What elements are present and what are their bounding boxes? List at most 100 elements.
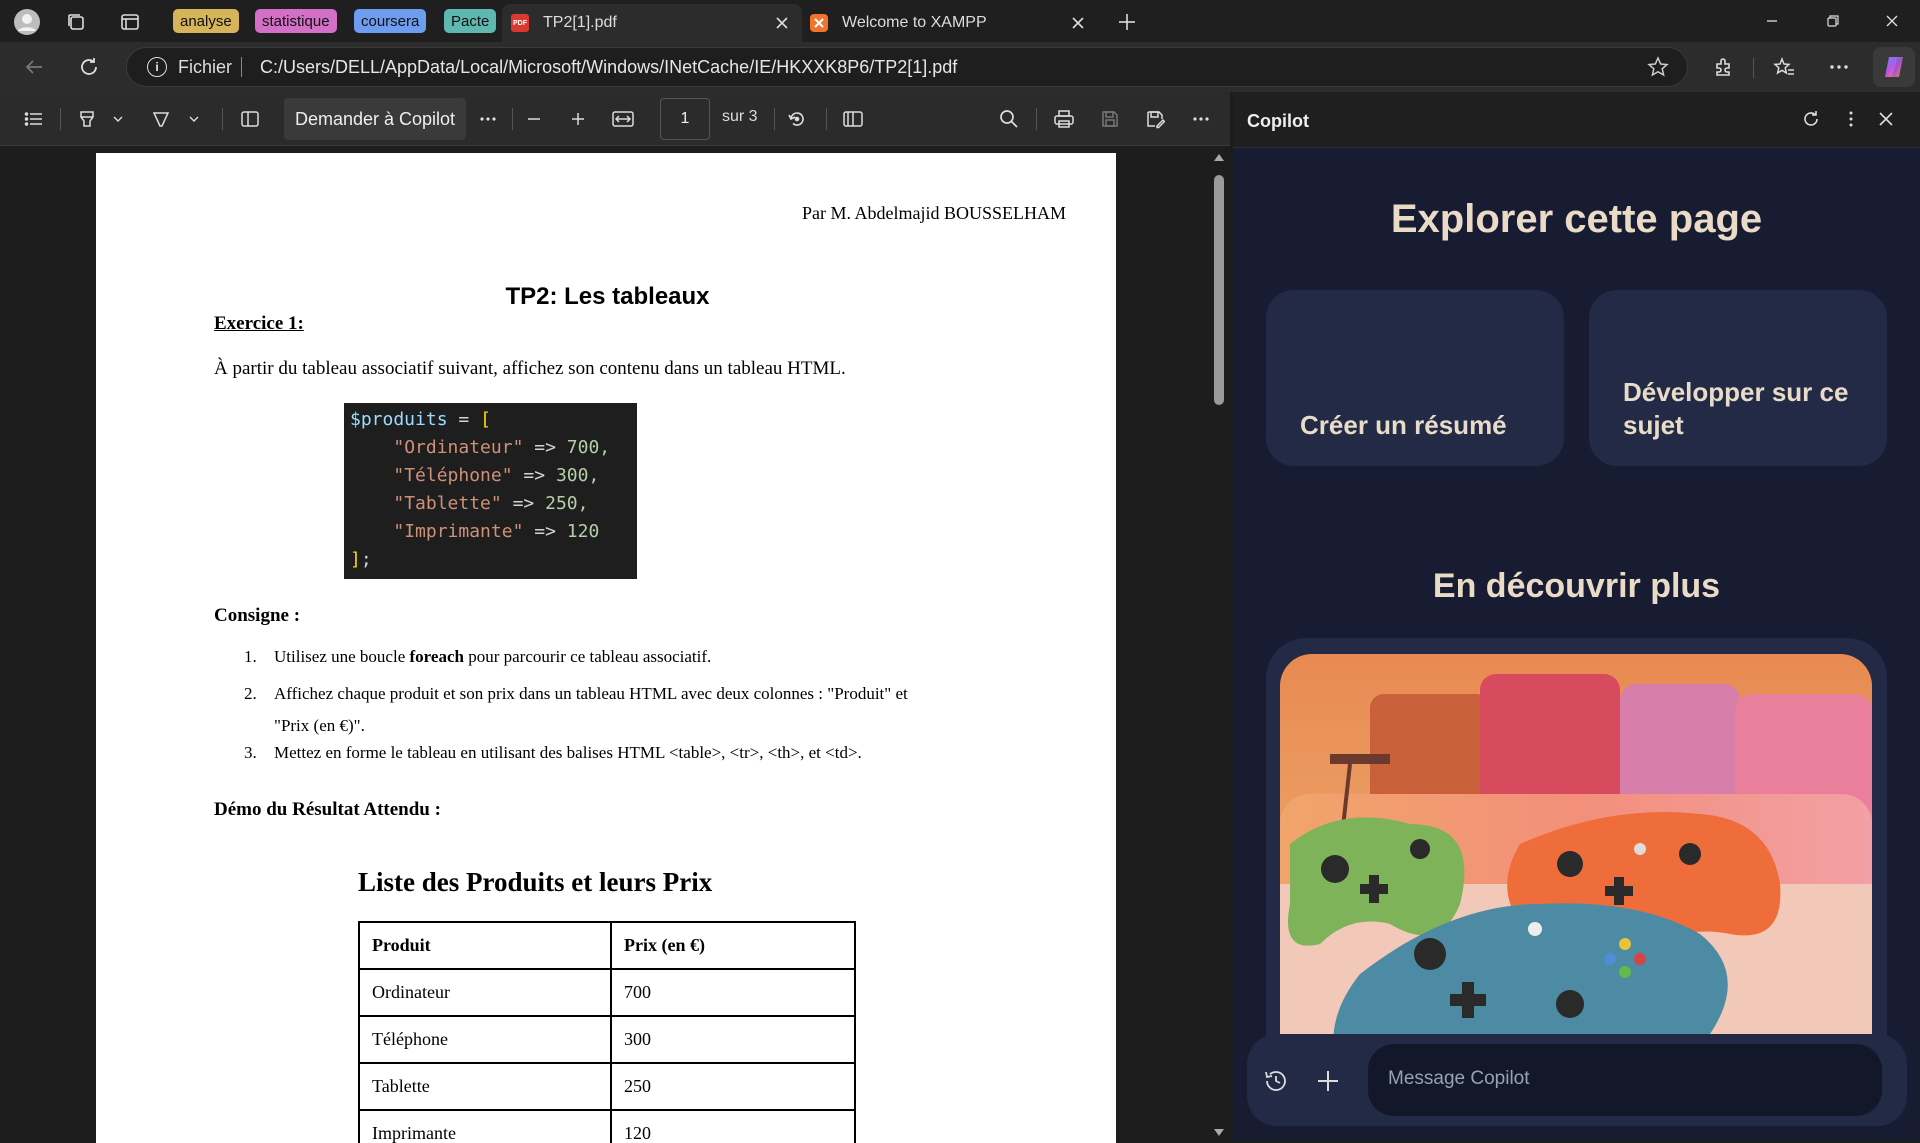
immersive-reader-icon[interactable] (236, 105, 264, 133)
code-key: "Imprimante" (393, 521, 524, 542)
scrollbar-thumb[interactable] (1214, 175, 1224, 405)
code-value: 300, (555, 465, 600, 486)
pdf-scrollbar[interactable] (1208, 147, 1230, 1140)
consigne-item: 1. Utilisez une boucle foreach pour parco… (244, 647, 711, 667)
page-number-value: 1 (680, 110, 690, 127)
print-icon[interactable] (1050, 105, 1078, 133)
code-value: 120 (566, 521, 600, 542)
table-cell: 250 (610, 1062, 856, 1111)
table-row: Téléphone 300 (358, 1015, 856, 1064)
close-tab-icon[interactable] (772, 13, 792, 33)
ask-copilot-button[interactable]: Demander à Copilot (284, 98, 466, 140)
xampp-icon (810, 14, 828, 32)
message-placeholder: Message Copilot (1388, 1068, 1530, 1089)
tab-label: TP2[1].pdf (543, 14, 617, 31)
toolbar-separator (1036, 108, 1037, 130)
table-header: Prix (en €) (610, 921, 856, 970)
table-cell: Ordinateur (358, 968, 612, 1017)
more-options-icon[interactable] (1841, 109, 1861, 129)
document-title: TP2: Les tableaux (505, 283, 710, 310)
fit-width-icon[interactable] (610, 105, 636, 133)
code-variable: $produits (350, 409, 448, 430)
close-panel-icon[interactable] (1876, 109, 1896, 129)
tab-actions-icon[interactable] (116, 8, 144, 36)
card-label: Développer sur ce sujet (1623, 377, 1849, 440)
pdf-page: Par M. Abdelmajid BOUSSELHAM TP2: Les ta… (96, 153, 1116, 1143)
table-cell: 300 (610, 1015, 856, 1064)
tab-tp2-pdf[interactable]: PDF TP2[1].pdf (502, 4, 802, 42)
list-number: 2. (244, 684, 257, 703)
settings-more-icon[interactable] (1188, 105, 1214, 133)
copilot-button[interactable] (1873, 47, 1915, 87)
page-number-input[interactable]: 1 (660, 98, 710, 140)
minimize-icon[interactable] (1750, 6, 1794, 36)
back-icon[interactable] (20, 53, 48, 81)
search-icon[interactable] (996, 105, 1022, 133)
discover-heading: En découvrir plus (1432, 567, 1721, 605)
workspaces-icon[interactable] (62, 8, 90, 36)
tab-group-statistique[interactable]: statistique (255, 9, 337, 33)
demo-heading: Démo du Résultat Attendu : (214, 799, 441, 820)
summary-card[interactable]: Créer un résumé (1266, 290, 1564, 466)
highlight-dropdown-icon[interactable] (110, 105, 126, 133)
new-chat-icon[interactable] (1315, 1068, 1341, 1094)
author-line: Par M. Abdelmajid BOUSSELHAM (801, 203, 1066, 223)
contents-icon[interactable] (20, 105, 48, 133)
consigne-heading: Consigne : (214, 605, 301, 626)
table-cell: Tablette (358, 1062, 612, 1111)
copilot-header: Copilot (1233, 92, 1920, 148)
history-icon[interactable] (1263, 1068, 1289, 1094)
code-value: 250, (545, 493, 589, 514)
table-row: Imprimante 120 (358, 1109, 856, 1143)
restore-icon[interactable] (1811, 6, 1855, 36)
list-number: 3. (244, 743, 257, 762)
scroll-up-icon[interactable] (1208, 151, 1230, 165)
consigne-bold: foreach (409, 647, 464, 666)
toolbar-separator (774, 108, 775, 130)
extensions-icon[interactable] (1710, 53, 1738, 81)
ask-copilot-label: Demander à Copilot (294, 108, 456, 129)
consigne-item: 3. Mettez en forme le tableau en utilisan… (244, 743, 862, 763)
zoom-out-icon[interactable] (522, 105, 546, 133)
tab-group-coursera[interactable]: coursera (354, 9, 427, 33)
draw-dropdown-icon[interactable] (186, 105, 202, 133)
save-as-icon[interactable] (1142, 105, 1168, 133)
favorites-icon[interactable] (1770, 53, 1798, 81)
profile-avatar[interactable] (13, 8, 41, 36)
close-window-icon[interactable] (1870, 6, 1914, 36)
toolbar-separator (512, 108, 513, 130)
code-key: "Tablette" (393, 493, 502, 514)
more-tools-icon[interactable] (476, 105, 500, 133)
favorite-star-icon[interactable] (1647, 56, 1669, 78)
consigne-text: Mettez en forme le tableau en utilisant … (274, 743, 862, 762)
more-menu-icon[interactable] (1825, 53, 1853, 81)
discover-card[interactable] (1266, 638, 1887, 1078)
scroll-down-icon[interactable] (1208, 1125, 1230, 1139)
toolbar-divider (1753, 58, 1754, 78)
table-header-row: Produit Prix (en €) (358, 921, 856, 970)
zoom-in-icon[interactable] (566, 105, 590, 133)
url-divider (241, 57, 242, 77)
expand-topic-card[interactable]: Développer sur ce sujet (1589, 290, 1887, 466)
rotate-icon[interactable] (784, 105, 810, 133)
scheme-label: Fichier (178, 57, 233, 77)
save-icon[interactable] (1097, 105, 1123, 133)
tab-xampp[interactable]: Welcome to XAMPP (802, 4, 1098, 42)
table-cell: Imprimante (358, 1109, 612, 1143)
new-tab-icon[interactable] (1113, 8, 1141, 36)
refresh-icon[interactable] (1801, 109, 1821, 129)
refresh-icon[interactable] (75, 53, 103, 81)
pdf-viewer: Par M. Abdelmajid BOUSSELHAM TP2: Les ta… (0, 147, 1230, 1143)
message-input[interactable]: Message Copilot (1368, 1044, 1882, 1116)
draw-icon[interactable] (148, 105, 174, 133)
url-text: C:/Users/DELL/AppData/Local/Microsoft/Wi… (260, 57, 958, 77)
close-tab-icon[interactable] (1068, 13, 1088, 33)
tab-group-pacte[interactable]: Pacte (444, 9, 497, 33)
code-key: "Téléphone" (393, 465, 513, 486)
page-view-icon[interactable] (840, 105, 866, 133)
url-field[interactable]: i Fichier C:/Users/DELL/AppData/Local/Mi… (126, 47, 1688, 87)
tab-group-analyse[interactable]: analyse (173, 9, 239, 33)
highlight-icon[interactable] (74, 105, 100, 133)
info-icon[interactable]: i (147, 57, 167, 77)
address-bar: i Fichier C:/Users/DELL/AppData/Local/Mi… (0, 42, 1920, 92)
